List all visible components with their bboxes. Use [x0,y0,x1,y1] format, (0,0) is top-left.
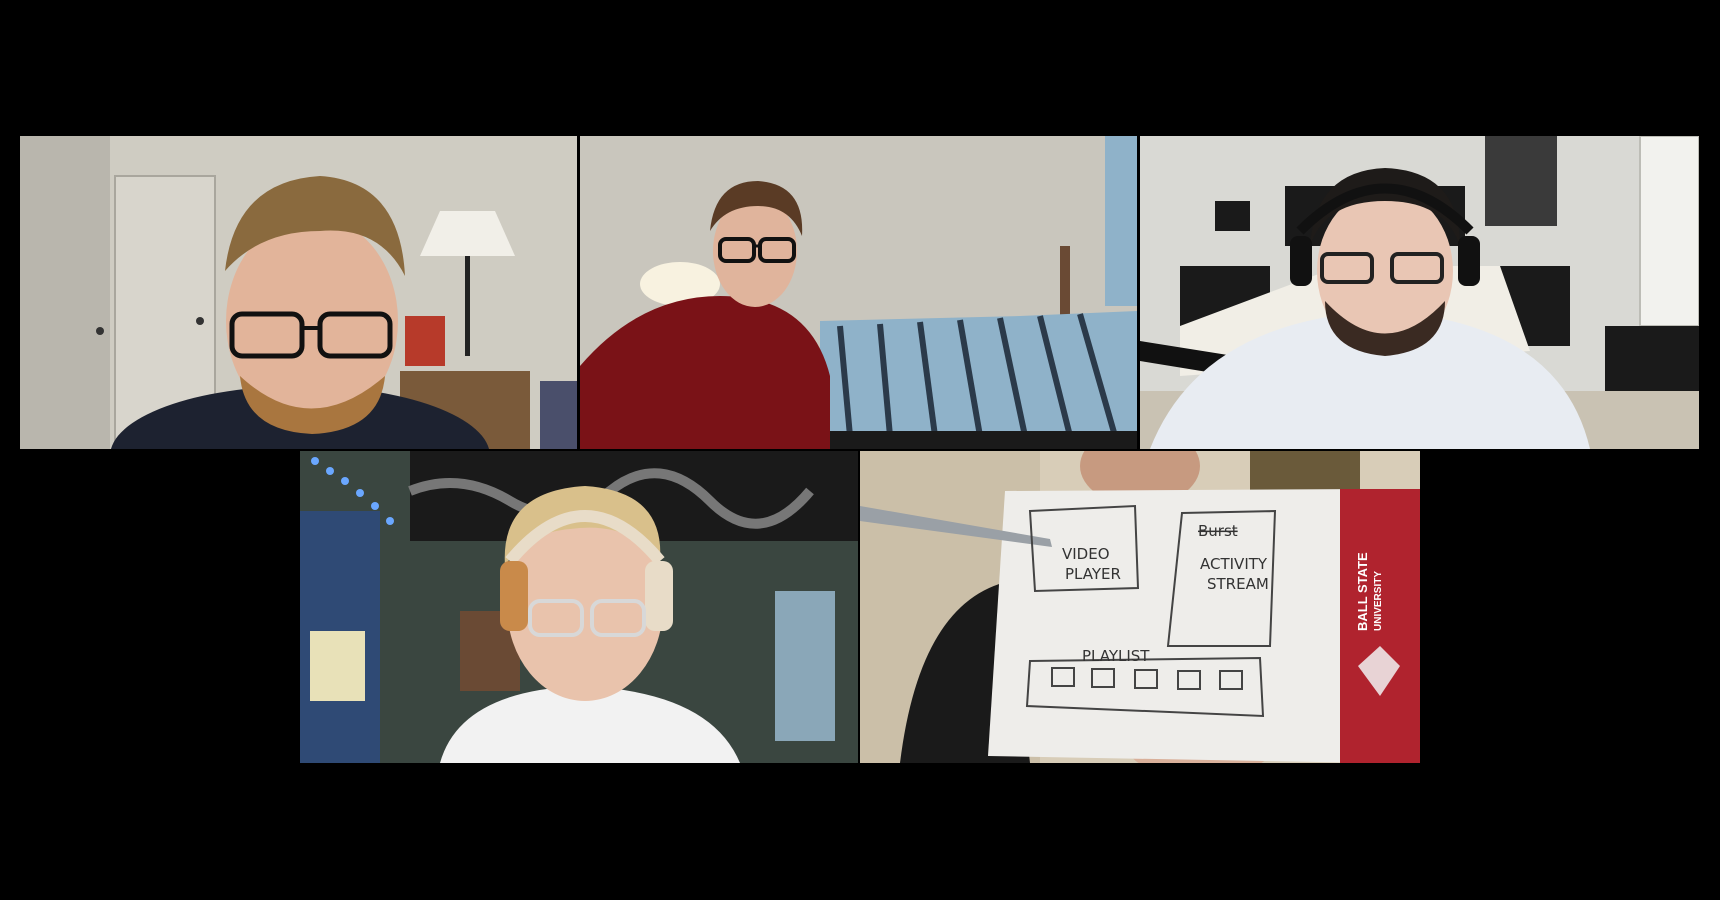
participant-video-2 [580,136,1137,449]
sketch-playlist-label: PLAYLIST [1082,647,1150,665]
participant-video-4 [300,451,858,763]
sketch-video-line2: PLAYER [1065,565,1121,583]
sketch-activity-line2: STREAM [1207,575,1269,593]
participant-video-tile-1[interactable] [20,136,577,449]
participant-video-tile-5[interactable]: VIDEO PLAYER Burst ACTIVITY STREAM PLAYL… [860,451,1420,763]
sketch-activity-line1: ACTIVITY [1200,555,1268,573]
participant-video-3 [1140,136,1699,449]
sketch-scribble: Burst [1198,522,1238,540]
participant-video-1 [20,136,577,449]
brand-line2: UNIVERSITY [1373,571,1384,631]
brand-line1: BALL STATE [1355,552,1370,631]
participant-video-5: VIDEO PLAYER Burst ACTIVITY STREAM PLAYL… [860,451,1420,763]
participant-video-tile-2[interactable] [580,136,1137,449]
sketch-video-line1: VIDEO [1062,545,1110,563]
participant-video-tile-3[interactable] [1140,136,1699,449]
participant-video-tile-4[interactable] [300,451,858,763]
meeting-gallery: VIDEO PLAYER Burst ACTIVITY STREAM PLAYL… [0,0,1720,900]
